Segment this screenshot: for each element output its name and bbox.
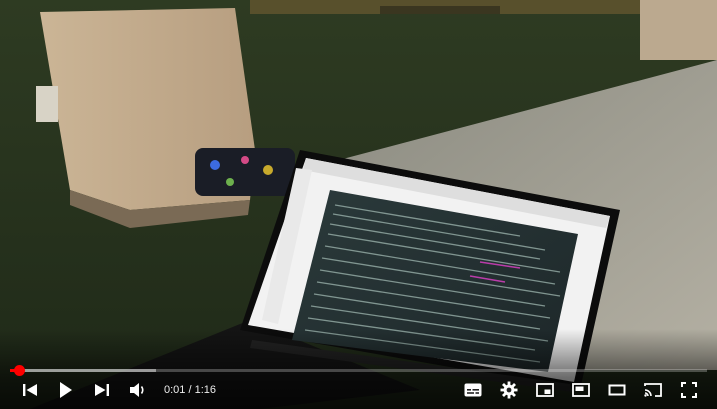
mute-button[interactable] xyxy=(120,376,156,404)
progress-buffered xyxy=(10,369,157,372)
settings-gear-icon xyxy=(500,381,518,399)
fullscreen-icon xyxy=(681,382,697,398)
fullscreen-button[interactable] xyxy=(671,376,707,404)
previous-icon xyxy=(23,384,37,396)
robot-car xyxy=(195,148,295,196)
play-icon xyxy=(60,382,72,398)
cast-button[interactable] xyxy=(635,376,671,404)
subtitles-button[interactable] xyxy=(455,376,491,404)
miniplayer-button[interactable] xyxy=(527,376,563,404)
progress-bar[interactable] xyxy=(10,365,707,376)
time-separator: / xyxy=(185,384,195,396)
miniplayer-icon xyxy=(536,383,554,397)
right-pillar xyxy=(640,0,717,60)
next-icon xyxy=(95,384,109,396)
time-display: 0:01 / 1:16 xyxy=(164,384,216,396)
play-button[interactable] xyxy=(48,376,84,404)
theater-mode-button[interactable] xyxy=(599,376,635,404)
volume-icon xyxy=(130,383,144,397)
progress-scrubber-handle[interactable] xyxy=(14,365,26,376)
next-button[interactable] xyxy=(84,376,120,404)
cast-icon xyxy=(644,383,662,397)
pillar-fixture xyxy=(36,86,58,122)
settings-button[interactable] xyxy=(491,376,527,404)
picture-in-picture-icon xyxy=(572,383,590,397)
subtitles-icon xyxy=(464,383,482,397)
previous-button[interactable] xyxy=(12,376,48,404)
player-controls-bar: 0:01 / 1:16 xyxy=(0,376,717,404)
theater-mode-icon xyxy=(608,384,626,396)
bench xyxy=(380,6,500,14)
picture-in-picture-button[interactable] xyxy=(563,376,599,404)
time-current: 0:01 xyxy=(164,384,186,396)
video-player[interactable]: 0:01 / 1:16 xyxy=(0,0,717,409)
time-duration: 1:16 xyxy=(194,384,217,396)
